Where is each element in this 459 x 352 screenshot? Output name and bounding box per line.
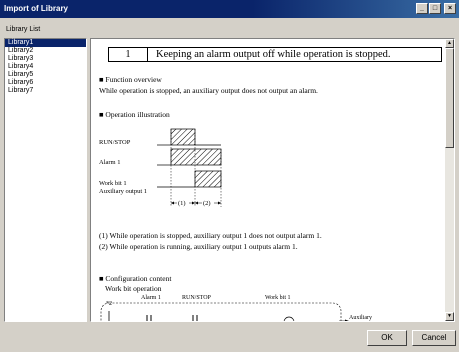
ladder-aux-label: Auxiliary: [349, 315, 372, 321]
function-overview-title: ■ Function overview: [99, 75, 162, 84]
ladder-alarm-label: Alarm 1: [141, 295, 161, 301]
signal-label-runstop: RUN/STOP: [99, 139, 131, 146]
library-item[interactable]: Library2: [5, 47, 86, 55]
library-item[interactable]: Library4: [5, 63, 86, 71]
heading-number: 1: [109, 48, 148, 61]
close-button[interactable]: ×: [444, 3, 456, 14]
window-title: Import of Library: [4, 4, 69, 13]
function-heading: 1 Keeping an alarm output off while oper…: [108, 47, 442, 62]
library-item[interactable]: Library1: [5, 39, 86, 47]
library-list-label: Library List: [6, 26, 41, 33]
window-controls: _ □ ×: [416, 3, 456, 14]
scroll-thumb[interactable]: [445, 48, 454, 148]
config-title: ■ Configuration content: [99, 274, 172, 283]
title-bar: Import of Library _ □ ×: [0, 0, 459, 18]
vertical-scrollbar[interactable]: ▲ ▼: [445, 39, 454, 321]
function-overview-text: While operation is stopped, an auxiliary…: [99, 86, 318, 95]
maximize-button[interactable]: □: [429, 3, 441, 14]
note-1: (1) While operation is stopped, auxiliar…: [99, 231, 322, 240]
library-description-pane[interactable]: 1 Keeping an alarm output off while oper…: [90, 38, 455, 322]
ladder-workbit-label: Work bit 1: [265, 295, 291, 301]
heading-text: Keeping an alarm output off while operat…: [156, 49, 391, 60]
library-item[interactable]: Library3: [5, 55, 86, 63]
operation-illustration-title: ■ Operation illustration: [99, 110, 170, 119]
ladder-runstop-label: RUN/STOP: [182, 295, 211, 301]
note-2: (2) While operation is running, auxiliar…: [99, 242, 298, 251]
ladder-tag: *2: [106, 301, 112, 307]
config-subtitle: Work bit operation: [105, 284, 162, 293]
library-item[interactable]: Library5: [5, 71, 86, 79]
signal-label-alarm1: Alarm 1: [99, 159, 121, 166]
signal-label-workbit1: Work bit 1: [99, 180, 127, 187]
scroll-up-button[interactable]: ▲: [445, 39, 454, 48]
library-item[interactable]: Library6: [5, 79, 86, 87]
minimize-button[interactable]: _: [416, 3, 428, 14]
interval-1-label: (1): [178, 200, 186, 207]
cancel-button[interactable]: Cancel: [412, 330, 456, 346]
library-item[interactable]: Library7: [5, 87, 86, 95]
scroll-down-button[interactable]: ▼: [445, 312, 454, 321]
signal-label-aux1: Auxiliary output 1: [99, 188, 148, 195]
library-listbox[interactable]: Library1 Library2 Library3 Library4 Libr…: [4, 38, 87, 322]
ok-button[interactable]: OK: [367, 330, 407, 346]
timing-diagram: [157, 128, 222, 207]
interval-2-label: (2): [203, 200, 211, 207]
